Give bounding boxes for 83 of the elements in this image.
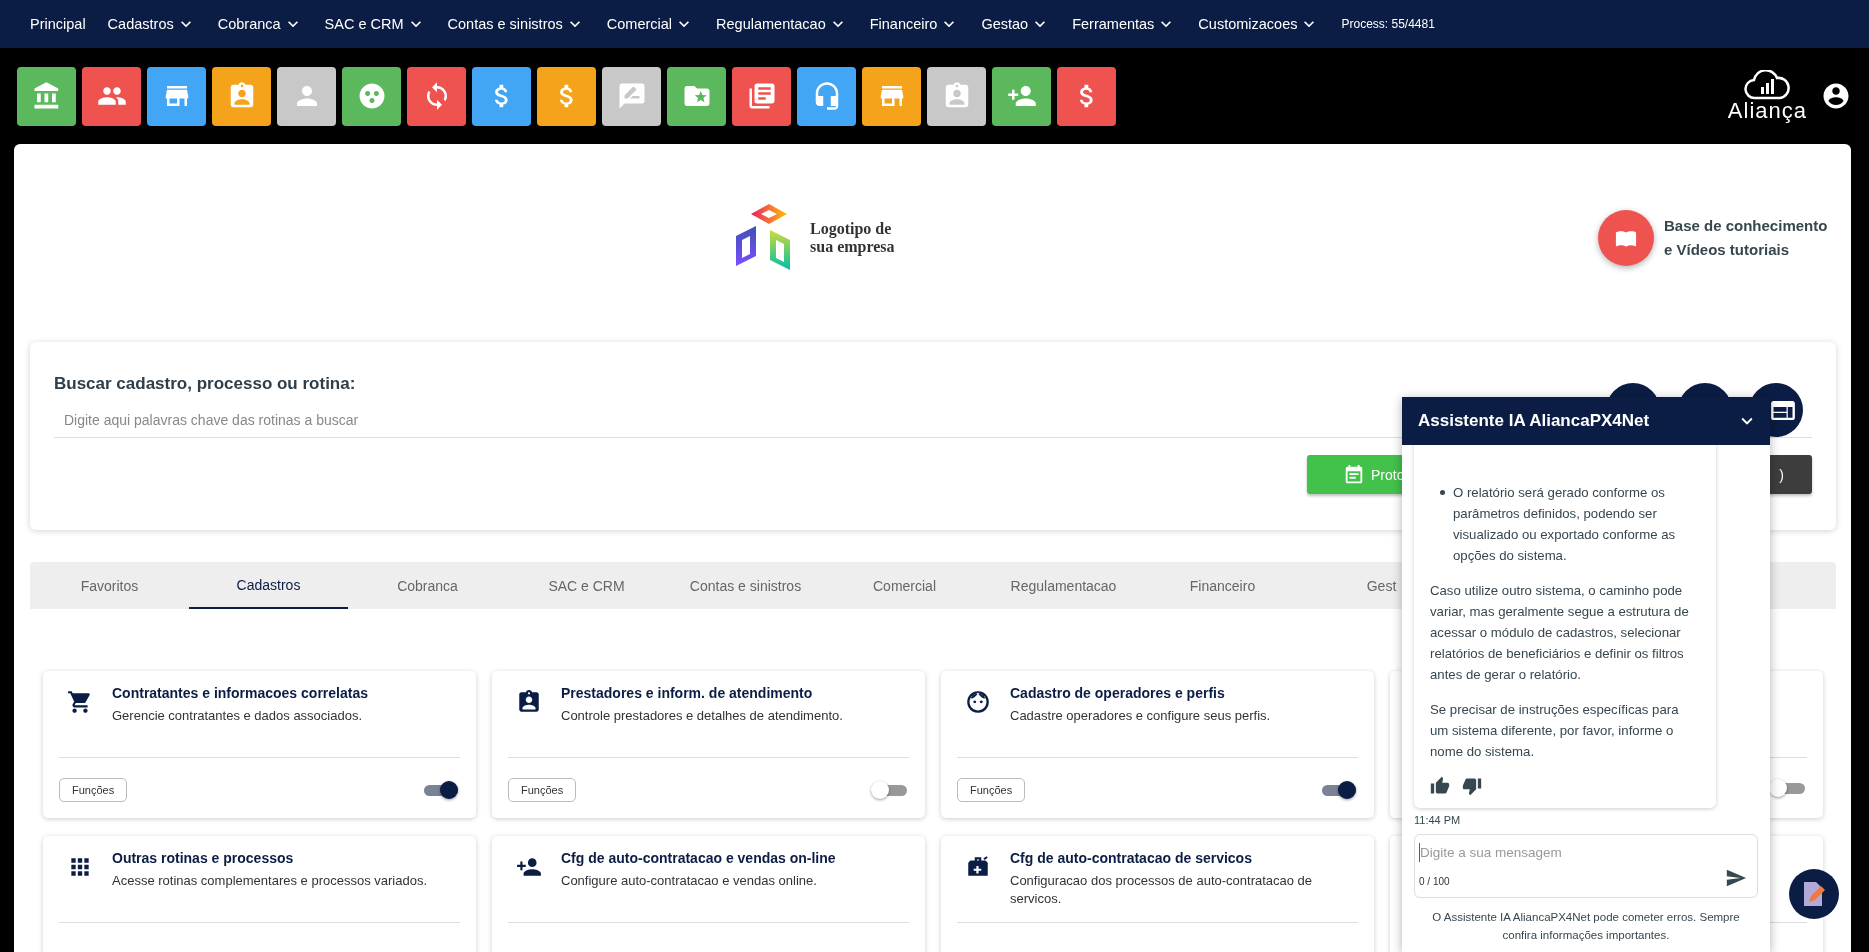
knowledge-base-button[interactable] (1598, 210, 1654, 266)
card-description: Cadastre operadores e configure seus perfis. (1010, 707, 1271, 725)
shortcut-button[interactable] (797, 66, 856, 126)
nav-menu-item[interactable]: Ferramentas (1072, 14, 1177, 34)
calendar-icon (1343, 463, 1365, 486)
shortcut-button[interactable] (667, 66, 726, 126)
tab[interactable]: SAC e CRM (507, 562, 666, 609)
toggle-switch[interactable] (1769, 778, 1805, 798)
chat-message-text: O relatório será gerado conforme os parâmetros definidos, podendo ser visualizado ou exportado conforme as opções do sistema. (1453, 484, 1677, 565)
card-description: Controle prestadores e detalhes de atendimento. (561, 707, 843, 725)
thumbs-down-icon (1462, 776, 1482, 796)
process-counter: Process: 55/4481 (1341, 17, 1435, 31)
disclaimer-text: O Assistente IA AliancaPX4Net pode cometer erros. Sempre confira informações importantes. (1431, 910, 1741, 943)
tab[interactable]: Regulamentacao (984, 562, 1143, 609)
card-title: Prestadores e inform. de atendimento (561, 685, 814, 701)
toggle-switch[interactable] (871, 780, 907, 800)
card-title: Cfg de auto-contratacao e vendas on-line (561, 850, 836, 866)
nav-menu-item[interactable]: Cobranca (217, 14, 303, 34)
shortcut-button[interactable] (17, 66, 76, 126)
shortcut-button[interactable] (147, 66, 206, 126)
nav-menu-item[interactable]: Financeiro (869, 14, 960, 34)
nav-menu-item[interactable]: Contas e sinistros (447, 14, 585, 34)
thumbs-down-button[interactable] (1462, 776, 1482, 796)
shortcut-button[interactable] (602, 66, 661, 126)
cloud-chart-icon (1743, 70, 1792, 100)
card-title: Cfg de auto-contratacao de servicos (1010, 850, 1253, 866)
tab[interactable]: Cadastros (189, 562, 348, 609)
shortcut-button[interactable] (212, 66, 271, 126)
thumbs-up-icon (1430, 776, 1450, 796)
card-title: Contratantes e informacoes correlatas (112, 685, 368, 701)
window-icon (1771, 400, 1795, 420)
nav-menu-item[interactable]: SAC e CRM (324, 14, 426, 34)
tab[interactable]: Cobranca (348, 562, 507, 609)
send-button[interactable] (1725, 867, 1747, 889)
tab[interactable]: Contas e sinistros (666, 562, 825, 609)
functions-button[interactable]: Funções (59, 778, 128, 802)
shortcut-button[interactable] (1057, 66, 1116, 126)
bullet-icon (1440, 490, 1445, 495)
badge-icon (516, 689, 542, 715)
thumbs-up-button[interactable] (1430, 776, 1450, 796)
logo-text: Logotipo de sua empresa (810, 220, 896, 256)
nav-menu-item[interactable]: Customizacoes (1198, 14, 1320, 34)
chat-message-text: Caso utilize outro sistema, o caminho pode variar, mas geralmente segue a estrutura de acessar o módulo de cadastros, selecionar relatórios de beneficiários e definir os filtros antes de gerar o relatório. (1430, 582, 1690, 684)
character-counter: 0 / 100 (1419, 876, 1450, 887)
nav-menu-item[interactable]: Regulamentacao (716, 14, 848, 34)
shortcut-button[interactable] (862, 66, 921, 126)
shortcut-button[interactable] (992, 66, 1051, 126)
tab[interactable]: Comercial (825, 562, 984, 609)
card-title: Cadastro de operadores e perfis (1010, 685, 1226, 701)
shortcut-button[interactable] (82, 66, 141, 126)
nav-menu-item[interactable]: Cadastros (107, 14, 196, 34)
brand-name: Aliança (1727, 100, 1807, 122)
shortcut-button[interactable] (342, 66, 401, 126)
card-description: Gerencie contratantes e dados associados. (112, 707, 364, 725)
functions-button[interactable]: Funções (508, 778, 577, 802)
shortcut-button[interactable] (732, 66, 791, 126)
face-icon (965, 689, 991, 715)
chat-title: Assistente IA AliancaPX4Net (1418, 411, 1650, 431)
card-description: Configure auto-contratacao e vendas online. (561, 872, 818, 890)
nav-menu-item[interactable]: Gestao (981, 14, 1051, 34)
shortcut-button[interactable] (277, 66, 336, 126)
toggle-switch[interactable] (1320, 780, 1356, 800)
nav-menu-item[interactable]: Comercial (606, 14, 695, 34)
shortcut-button[interactable] (407, 66, 466, 126)
send-icon (1725, 867, 1747, 889)
shortcut-button[interactable] (472, 66, 531, 126)
cart-icon (67, 689, 93, 715)
card-description: Acesse rotinas complementares e processos variados. (112, 872, 428, 890)
nav-menu-item[interactable]: Principal (30, 16, 86, 32)
message-time: 11:44 PM (1414, 814, 1462, 826)
card-title: Outras rotinas e processos (112, 850, 295, 866)
tab[interactable]: Favoritos (30, 562, 189, 609)
card-description: Configuracao dos processos de auto-contratacao de servicos. (1010, 872, 1314, 908)
document-edit-icon (1801, 880, 1827, 908)
shortcut-button[interactable] (927, 66, 986, 126)
tab[interactable]: Financeiro (1143, 562, 1302, 609)
toggle-switch[interactable] (422, 780, 458, 800)
knowledge-base-link[interactable]: Base de conhecimento e Vídeos tutoriais (1664, 214, 1836, 262)
chat-message-text: Se precisar de instruções específicas para um sistema diferente, por favor, informe o nome do sistema. (1430, 701, 1680, 761)
search-label: Buscar cadastro, processo ou rotina: (54, 374, 357, 394)
functions-button[interactable]: Funções (957, 778, 1026, 802)
account-icon (1821, 81, 1851, 111)
shortcut-button[interactable] (537, 66, 596, 126)
